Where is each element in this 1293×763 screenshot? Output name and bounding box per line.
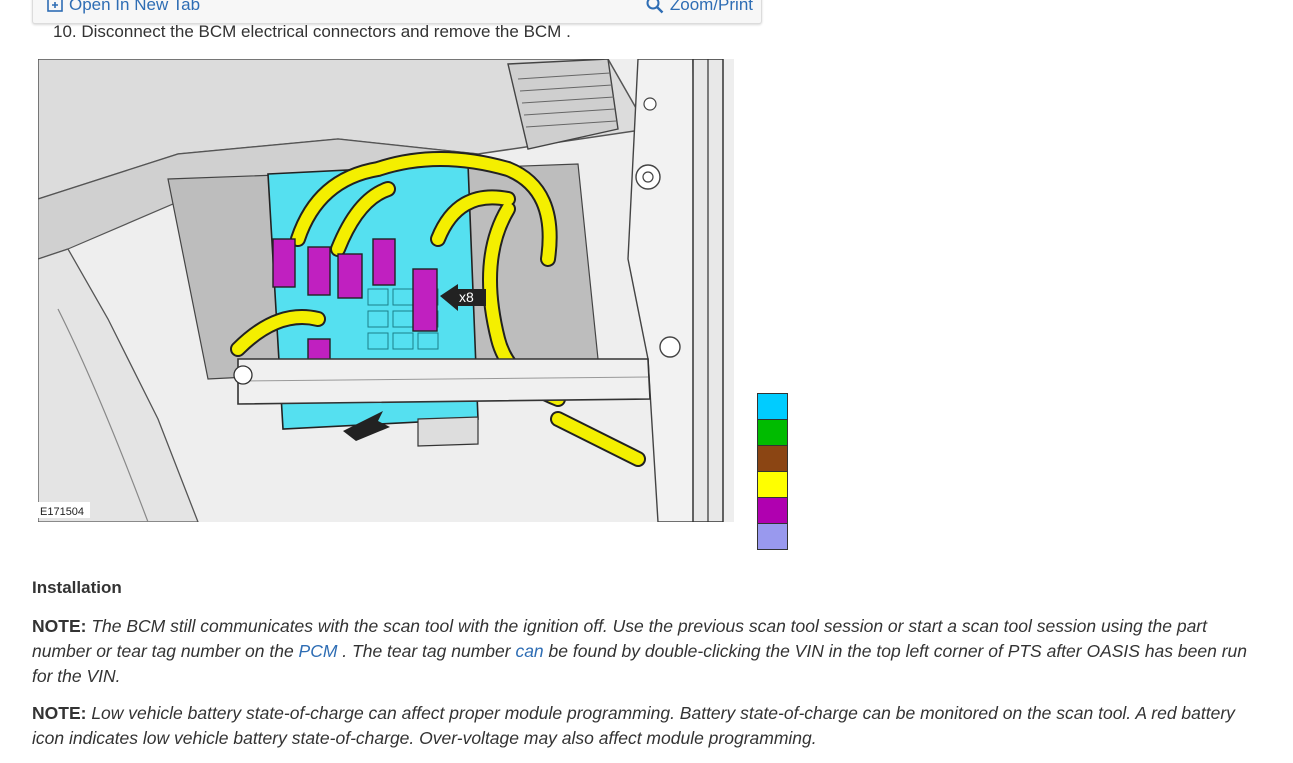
color-legend [757,393,788,550]
document-toolbar: Open In New Tab Zoom/Print [32,0,762,24]
pcm-link[interactable]: PCM [299,641,338,661]
zoom-print-label: Zoom/Print [669,0,753,14]
legend-swatch-green [757,419,788,446]
open-new-tab-button[interactable]: Open In New Tab [47,0,200,17]
bcm-illustration-svg: x8 E171504 [38,59,734,522]
open-new-tab-label: Open In New Tab [69,0,201,14]
legend-swatch-cyan [757,393,788,420]
note-battery: NOTE: Low vehicle battery state-of-charg… [32,701,1257,751]
note-label: NOTE: [32,616,87,636]
magnifier-icon [646,0,664,14]
legend-swatch-yellow [757,471,788,498]
note-text: . The tear tag number [337,641,516,661]
note-label: NOTE: [32,703,87,723]
can-link[interactable]: can [515,641,543,661]
note-text: Low vehicle battery state-of-charge can … [32,703,1235,748]
zoom-print-button[interactable]: Zoom/Print [646,0,753,17]
open-new-tab-icon [47,0,63,12]
legend-swatch-brown [757,445,788,472]
note-scan-tool: NOTE: The BCM still communicates with th… [32,614,1257,689]
step-10-text: 10. Disconnect the BCM electrical connec… [53,22,571,41]
installation-heading: Installation [32,578,122,597]
legend-swatch-lavender [757,523,788,550]
callout-x8-label: x8 [459,289,474,305]
figure-id-label: E171504 [40,506,84,518]
legend-swatch-magenta [757,497,788,524]
bcm-removal-illustration: x8 E171504 [38,59,734,522]
